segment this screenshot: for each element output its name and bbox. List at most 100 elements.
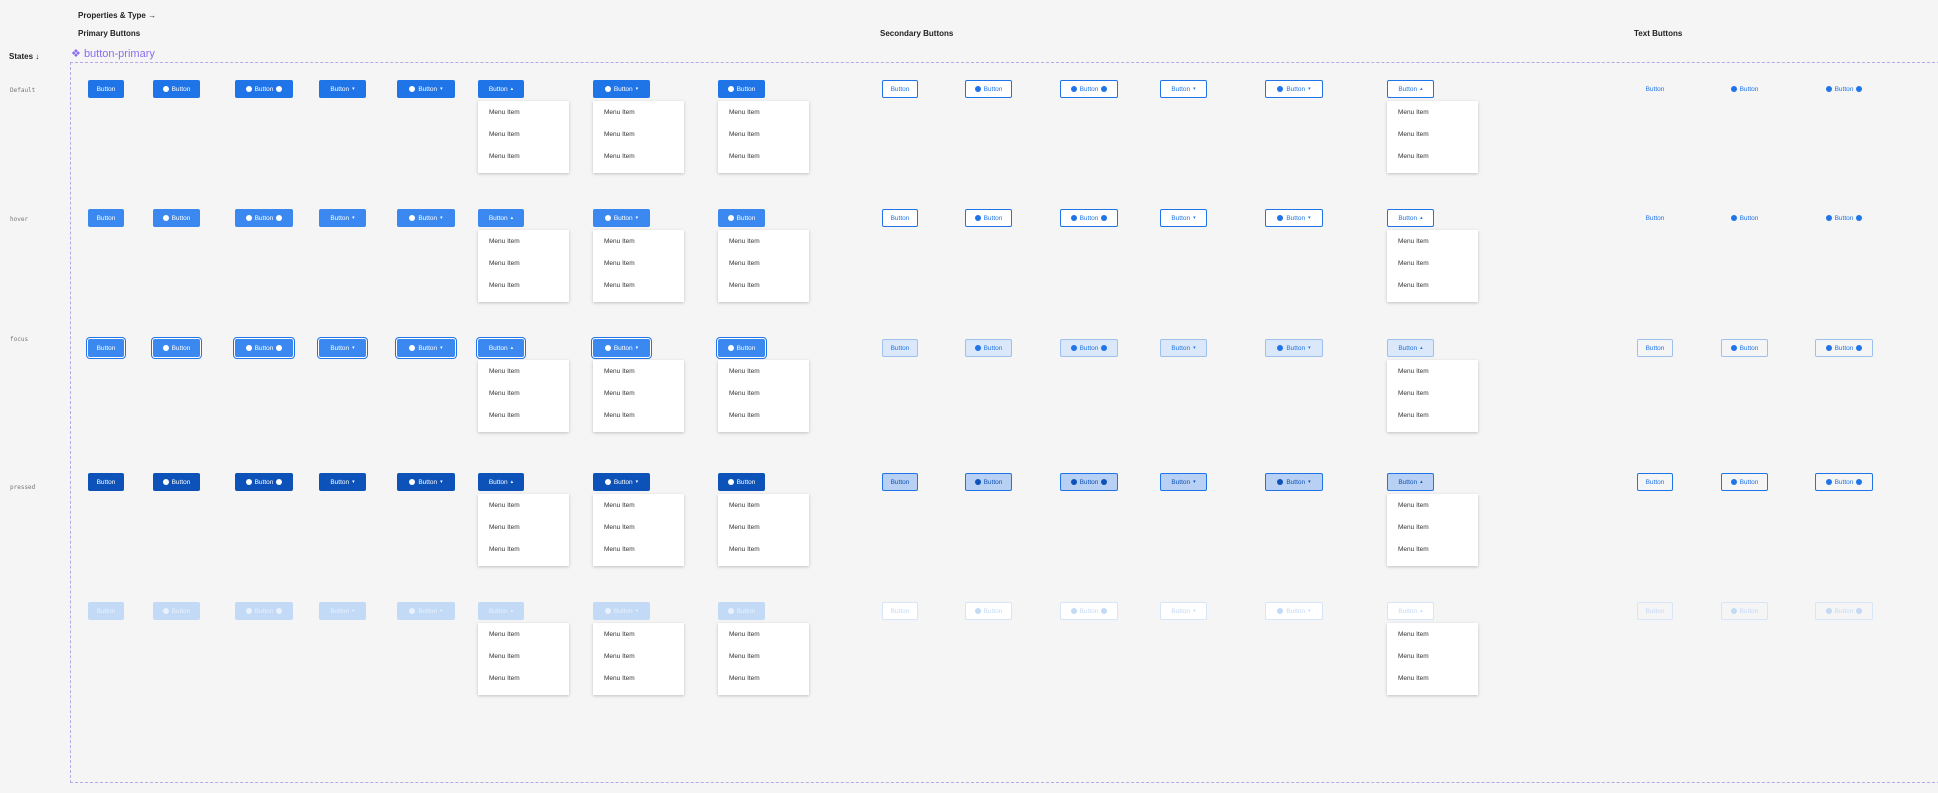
- menu-item[interactable]: Menu Item: [1398, 131, 1429, 138]
- menu-item[interactable]: Menu Item: [489, 260, 520, 267]
- menu-item[interactable]: Menu Item: [1398, 390, 1429, 397]
- button-hover[interactable]: Button: [153, 209, 200, 227]
- menu-item[interactable]: Menu Item: [489, 282, 520, 289]
- button-default[interactable]: Button ▾: [593, 80, 650, 98]
- menu-item[interactable]: Menu Item: [1398, 546, 1429, 553]
- button-focus[interactable]: Button ▾: [319, 339, 366, 357]
- button-default[interactable]: Button: [1815, 80, 1873, 98]
- menu-item[interactable]: Menu Item: [604, 412, 635, 419]
- menu-item[interactable]: Menu Item: [604, 546, 635, 553]
- button-hover[interactable]: Button: [1060, 209, 1118, 227]
- button-pressed[interactable]: Button ▾: [319, 473, 366, 491]
- button-hover[interactable]: Button ▾: [593, 209, 650, 227]
- menu-item[interactable]: Menu Item: [489, 109, 520, 116]
- menu-item[interactable]: Menu Item: [729, 238, 760, 245]
- menu-item[interactable]: Menu Item: [604, 109, 635, 116]
- menu-item[interactable]: Menu Item: [729, 368, 760, 375]
- button-focus[interactable]: Button ▴: [1387, 339, 1434, 357]
- menu-item[interactable]: Menu Item: [1398, 260, 1429, 267]
- button-hover[interactable]: Button: [1815, 209, 1873, 227]
- menu-item[interactable]: Menu Item: [604, 260, 635, 267]
- menu-item[interactable]: Menu Item: [604, 524, 635, 531]
- button-pressed[interactable]: Button ▾: [1265, 473, 1323, 491]
- button-hover[interactable]: Button: [1721, 209, 1768, 227]
- button-disabled[interactable]: Button: [1815, 602, 1873, 620]
- button-focus[interactable]: Button: [235, 339, 293, 357]
- button-pressed[interactable]: Button: [1060, 473, 1118, 491]
- button-disabled[interactable]: Button ▾: [319, 602, 366, 620]
- menu-item[interactable]: Menu Item: [729, 109, 760, 116]
- button-disabled[interactable]: Button ▾: [593, 602, 650, 620]
- menu-item[interactable]: Menu Item: [1398, 653, 1429, 660]
- button-default[interactable]: Button: [235, 80, 293, 98]
- button-focus[interactable]: Button ▴: [478, 339, 524, 357]
- menu-item[interactable]: Menu Item: [489, 412, 520, 419]
- button-hover[interactable]: Button ▴: [1387, 209, 1434, 227]
- button-pressed[interactable]: Button: [1721, 473, 1768, 491]
- menu-item[interactable]: Menu Item: [489, 524, 520, 531]
- button-hover[interactable]: Button: [235, 209, 293, 227]
- button-pressed[interactable]: Button ▾: [397, 473, 455, 491]
- button-disabled[interactable]: Button: [965, 602, 1012, 620]
- button-default[interactable]: Button ▾: [1265, 80, 1323, 98]
- menu-item[interactable]: Menu Item: [729, 131, 760, 138]
- button-disabled[interactable]: Button ▾: [1160, 602, 1207, 620]
- button-disabled[interactable]: Button: [235, 602, 293, 620]
- menu-item[interactable]: Menu Item: [604, 390, 635, 397]
- menu-item[interactable]: Menu Item: [604, 153, 635, 160]
- button-hover[interactable]: Button: [882, 209, 918, 227]
- menu-item[interactable]: Menu Item: [729, 412, 760, 419]
- menu-item[interactable]: Menu Item: [489, 153, 520, 160]
- menu-item[interactable]: Menu Item: [729, 153, 760, 160]
- button-pressed[interactable]: Button: [1815, 473, 1873, 491]
- button-default[interactable]: Button: [882, 80, 918, 98]
- menu-item[interactable]: Menu Item: [1398, 631, 1429, 638]
- button-disabled[interactable]: Button: [718, 602, 765, 620]
- button-default[interactable]: Button ▴: [1387, 80, 1434, 98]
- button-disabled[interactable]: Button: [153, 602, 200, 620]
- button-disabled[interactable]: Button: [88, 602, 124, 620]
- menu-item[interactable]: Menu Item: [729, 260, 760, 267]
- menu-item[interactable]: Menu Item: [1398, 109, 1429, 116]
- menu-item[interactable]: Menu Item: [489, 631, 520, 638]
- button-focus[interactable]: Button ▾: [1160, 339, 1207, 357]
- button-hover[interactable]: Button ▾: [1265, 209, 1323, 227]
- menu-item[interactable]: Menu Item: [1398, 282, 1429, 289]
- menu-item[interactable]: Menu Item: [1398, 502, 1429, 509]
- button-disabled[interactable]: Button: [1637, 602, 1673, 620]
- menu-item[interactable]: Menu Item: [604, 282, 635, 289]
- menu-item[interactable]: Menu Item: [604, 131, 635, 138]
- button-default[interactable]: Button: [153, 80, 200, 98]
- menu-item[interactable]: Menu Item: [729, 546, 760, 553]
- menu-item[interactable]: Menu Item: [489, 238, 520, 245]
- menu-item[interactable]: Menu Item: [489, 546, 520, 553]
- button-default[interactable]: Button: [965, 80, 1012, 98]
- button-focus[interactable]: Button: [88, 339, 124, 357]
- button-focus[interactable]: Button ▾: [593, 339, 650, 357]
- button-focus[interactable]: Button: [882, 339, 918, 357]
- menu-item[interactable]: Menu Item: [1398, 524, 1429, 531]
- button-disabled[interactable]: Button ▾: [397, 602, 455, 620]
- menu-item[interactable]: Menu Item: [604, 675, 635, 682]
- button-hover[interactable]: Button: [1637, 209, 1673, 227]
- button-pressed[interactable]: Button: [965, 473, 1012, 491]
- button-focus[interactable]: Button ▾: [1265, 339, 1323, 357]
- menu-item[interactable]: Menu Item: [604, 631, 635, 638]
- menu-item[interactable]: Menu Item: [1398, 368, 1429, 375]
- button-pressed[interactable]: Button ▾: [593, 473, 650, 491]
- menu-item[interactable]: Menu Item: [1398, 153, 1429, 160]
- menu-item[interactable]: Menu Item: [489, 653, 520, 660]
- button-default[interactable]: Button ▾: [397, 80, 455, 98]
- button-hover[interactable]: Button ▾: [1160, 209, 1207, 227]
- button-pressed[interactable]: Button ▾: [1160, 473, 1207, 491]
- menu-item[interactable]: Menu Item: [489, 502, 520, 509]
- menu-item[interactable]: Menu Item: [489, 675, 520, 682]
- button-pressed[interactable]: Button: [88, 473, 124, 491]
- button-focus[interactable]: Button: [1060, 339, 1118, 357]
- button-focus[interactable]: Button: [718, 339, 765, 357]
- button-pressed[interactable]: Button: [882, 473, 918, 491]
- button-default[interactable]: Button: [1721, 80, 1768, 98]
- button-pressed[interactable]: Button: [235, 473, 293, 491]
- button-pressed[interactable]: Button ▴: [1387, 473, 1434, 491]
- button-focus[interactable]: Button: [1815, 339, 1873, 357]
